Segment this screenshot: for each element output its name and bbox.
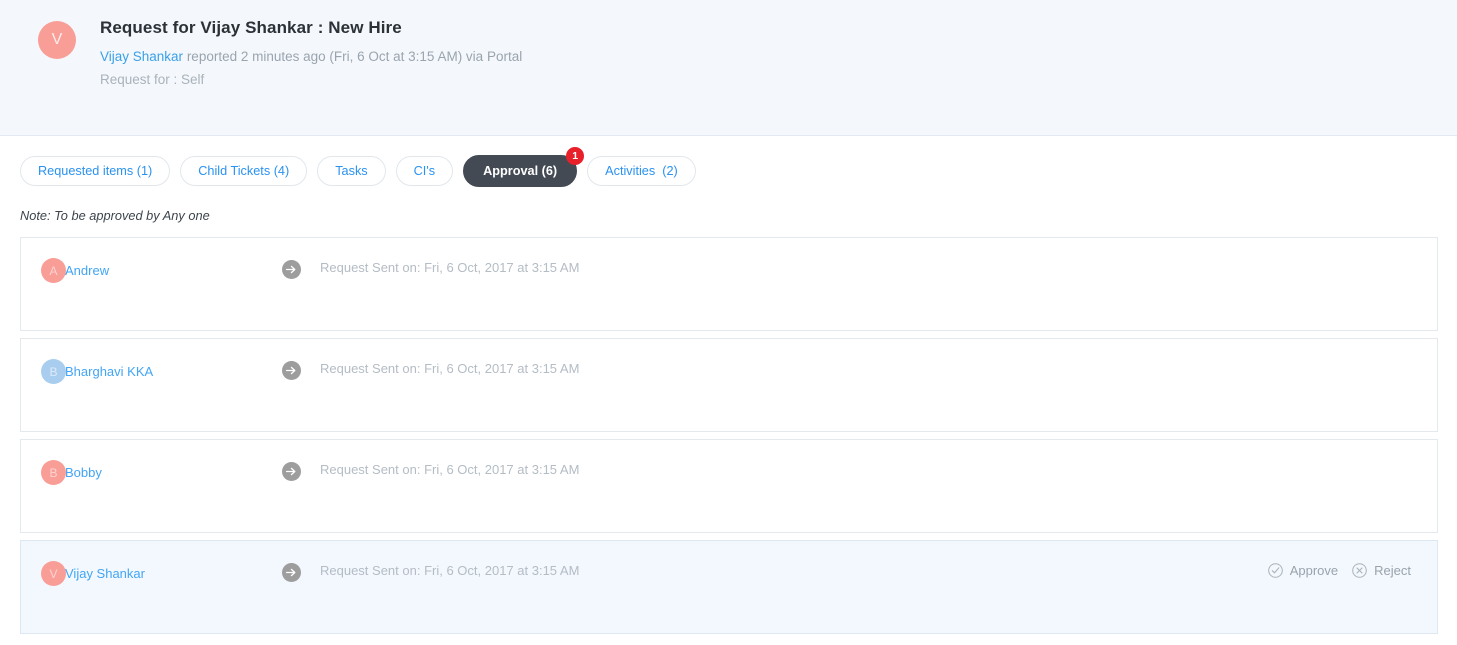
arrow-right-icon [282,238,301,279]
avatar: V [38,21,76,59]
tab-badge: 1 [566,147,585,165]
avatar-initial: B [49,364,58,379]
tab-approval-6[interactable]: Approval (6) 1 [463,147,585,187]
approval-actions [1411,339,1437,361]
approval-list: A Andrew Request Sent on: Fri, 6 Oct, 2017… [0,223,1457,634]
requester-link[interactable]: Vijay Shankar [100,49,183,64]
ticket-header: V Request for Vijay Shankar : New Hire V… [0,0,1457,136]
approval-actions: Approve Reject [1267,541,1437,578]
approver-name-link[interactable]: Vijay Shankar [65,566,145,581]
approval-row: V Vijay Shankar Request Sent on: Fri, 6 Oc… [20,540,1438,634]
tab-label: Activities (2) [605,164,678,178]
approver-cell: B Bobby [21,440,261,485]
request-for-line: Request for : Self [100,72,205,87]
tab-bar: Requested items (1) Child Tickets (4) Task… [0,136,1457,187]
arrow-right-icon [282,339,301,380]
ticket-header-body: Request for Vijay Shankar : New Hire Vij… [100,18,522,90]
request-sent-status: Request Sent on: Fri, 6 Oct, 2017 at 3:1… [320,563,580,578]
x-circle-icon [1352,563,1367,578]
reported-text: reported 2 minutes ago (Fri, 6 Oct at 3:… [183,49,523,64]
tab-label: CI's [413,164,436,178]
avatar-initial: V [49,566,58,581]
approver-name-link[interactable]: Bharghavi KKA [65,364,153,379]
approver-cell: B Bharghavi KKA [21,339,261,384]
tab-label: Requested items (1) [38,164,153,178]
approval-actions [1411,238,1437,260]
approver-name-link[interactable]: Andrew [65,263,109,278]
tab-label: Approval (6) [483,164,558,178]
avatar: B [41,460,66,485]
tab-label: Child Tickets (4) [198,164,290,178]
approver-cell: V Vijay Shankar [21,541,261,586]
avatar: B [41,359,66,384]
approval-actions [1411,440,1437,462]
page-title: Request for Vijay Shankar : New Hire [100,18,402,37]
tab-requested-items-1[interactable]: Requested items (1) [20,156,171,186]
tab-tasks[interactable]: Tasks [317,156,386,186]
approval-row: A Andrew Request Sent on: Fri, 6 Oct, 2017… [20,237,1438,331]
arrow-right-icon [282,541,301,582]
approver-name-link[interactable]: Bobby [65,465,102,480]
approval-note: Note: To be approved by Any one [20,208,210,223]
request-sent-status: Request Sent on: Fri, 6 Oct, 2017 at 3:1… [320,361,580,376]
approve-button[interactable]: Approve [1267,563,1339,578]
arrow-right-icon [282,440,301,481]
reject-button[interactable]: Reject [1352,563,1411,578]
avatar-initial: B [49,465,58,480]
tab-activities-2[interactable]: Activities (2) [587,156,696,186]
approval-row: B Bharghavi KKA Request Sent on: Fri, 6 Oc… [20,338,1438,432]
request-sent-status: Request Sent on: Fri, 6 Oct, 2017 at 3:1… [320,462,580,477]
tab-label: Tasks [335,164,368,178]
action-label: Reject [1374,563,1411,578]
action-label: Approve [1289,563,1339,578]
tab-child-tickets-4[interactable]: Child Tickets (4) [180,156,308,186]
approval-row: B Bobby Request Sent on: Fri, 6 Oct, 2017 … [20,439,1438,533]
avatar-initial: A [49,263,58,278]
approval-page: V Request for Vijay Shankar : New Hire V… [0,0,1457,645]
avatar-initial: V [51,31,63,48]
approver-cell: A Andrew [21,238,261,283]
tab-ci-s[interactable]: CI's [395,156,454,186]
avatar: V [41,561,66,586]
reported-by-line: Vijay Shankar reported 2 minutes ago (Fr… [100,46,522,67]
check-circle-icon [1267,563,1283,578]
request-sent-status: Request Sent on: Fri, 6 Oct, 2017 at 3:1… [320,260,580,275]
avatar: A [41,258,66,283]
